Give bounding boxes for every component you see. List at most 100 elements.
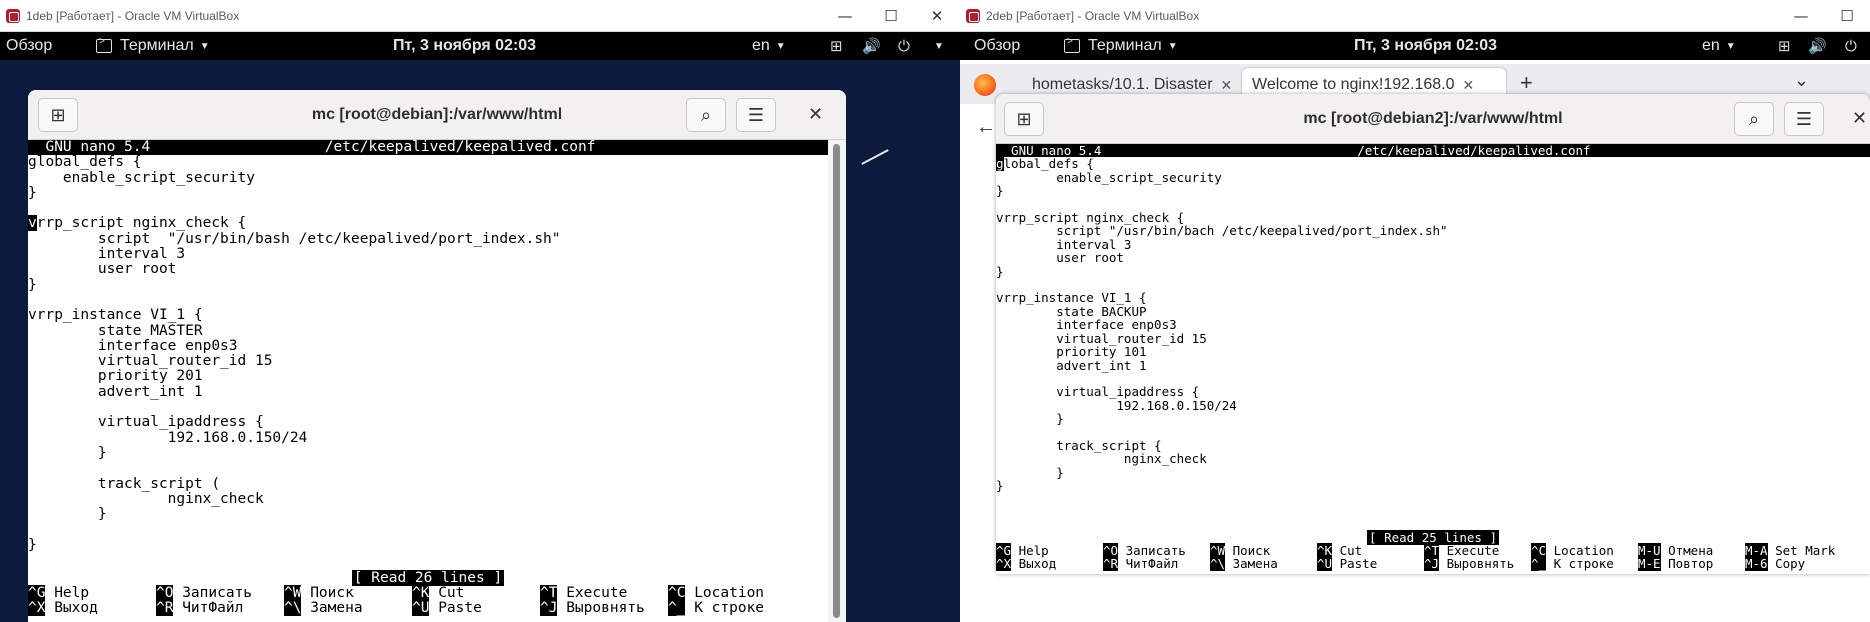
shortcut-item: ^J Выровнять <box>540 600 645 616</box>
vbox-titlebar: 1deb [Работает] - Oracle VM VirtualBox —… <box>0 0 960 32</box>
minimize-button[interactable]: — <box>1778 7 1824 25</box>
file-line: interface enp0s3 <box>28 337 238 354</box>
scrollbar[interactable] <box>828 140 846 622</box>
file-line <box>28 400 828 415</box>
power-icon[interactable]: ⏻ <box>898 38 910 55</box>
search-button[interactable]: ⌕ <box>686 98 726 132</box>
file-line: } <box>996 478 1004 494</box>
shortcut-label: Замена <box>1225 556 1278 571</box>
search-button[interactable]: ⌕ <box>1734 102 1774 136</box>
vbox-window-1deb: 1deb [Работает] - Oracle VM VirtualBox —… <box>0 0 960 622</box>
file-line: } <box>996 411 1064 427</box>
terminal-close-button[interactable]: ✕ <box>808 104 823 125</box>
shortcut-key: ^_ <box>668 600 686 616</box>
file-line: user root <box>28 261 177 278</box>
maximize-button[interactable]: ☐ <box>868 7 914 25</box>
network-icon[interactable]: ⊞ <box>1778 37 1791 55</box>
caret-down-icon: ▼ <box>1725 40 1736 52</box>
network-icon[interactable]: ⊞ <box>830 37 843 55</box>
app-menu[interactable]: Терминал ▼ <box>96 36 210 55</box>
volume-icon[interactable]: 🔊 <box>862 37 881 55</box>
caret-down-icon: ▼ <box>1167 40 1178 52</box>
vbox-window-2deb: 2deb [Работает] - Oracle VM VirtualBox —… <box>960 0 1870 622</box>
file-line <box>996 198 1870 211</box>
close-button[interactable]: ✕ <box>914 7 960 25</box>
shortcut-key: ^U <box>1317 556 1333 571</box>
vbox-window-title: 2deb [Работает] - Oracle VM VirtualBox <box>986 8 1200 23</box>
shortcut-key: ^J <box>1424 556 1440 571</box>
terminal-icon <box>96 36 112 53</box>
firefox-icon[interactable] <box>974 74 996 96</box>
file-line: interval 3 <box>28 246 186 263</box>
shortcut-key: M-6 <box>1745 556 1768 571</box>
shortcut-key: ^R <box>1103 556 1119 571</box>
file-line: virtual_ipaddress { <box>996 384 1200 400</box>
nano-editor[interactable]: GNU nano 5.4 /etc/keepalived/keepalived.… <box>28 140 828 622</box>
terminal-header: ⊞ mc [root@debian2]:/var/www/html ⌕ ☰ ✕ <box>996 94 1870 144</box>
shortcut-key: ^C <box>668 585 686 601</box>
shortcut-item: ^R ЧитФайл <box>1103 556 1178 571</box>
shortcut-item: M-E Повтор <box>1638 556 1713 571</box>
caret-down-icon: ▼ <box>775 40 786 52</box>
file-line: interface enp0s3 <box>996 317 1177 333</box>
file-content[interactable]: global_defs { enable_script_security} vr… <box>28 154 828 553</box>
file-line: priority 101 <box>996 344 1147 360</box>
clock[interactable]: Пт, 3 ноября 02:03 <box>1354 37 1497 55</box>
add-tab-icon[interactable]: + <box>1520 70 1533 96</box>
back-icon[interactable]: ← <box>976 116 996 139</box>
close-tab-icon[interactable]: ✕ <box>1463 77 1475 94</box>
maximize-button[interactable]: ☐ <box>1824 7 1870 25</box>
app-menu[interactable]: Терминал ▼ <box>1064 36 1178 55</box>
shortcut-key: ^X <box>28 600 46 616</box>
keyboard-layout[interactable]: en ▼ <box>1702 37 1736 55</box>
file-line <box>28 201 828 216</box>
shortcut-item: ^\ Замена <box>1210 556 1278 571</box>
file-line: vrrp_instance VI_1 { <box>28 307 203 324</box>
file-line: vrrp_instance VI_1 { <box>996 290 1147 306</box>
shortcut-item: ^X Выход <box>996 556 1056 571</box>
file-line: priority 201 <box>28 368 203 385</box>
shortcut-item: ^O Записать <box>156 585 252 601</box>
shortcut-item: ^K Cut <box>412 585 464 601</box>
terminal-close-button[interactable]: ✕ <box>1852 108 1867 129</box>
scrollbar-thumb[interactable] <box>833 144 840 618</box>
clock[interactable]: Пт, 3 ноября 02:03 <box>393 37 536 55</box>
volume-icon[interactable]: 🔊 <box>1808 37 1827 55</box>
file-line <box>996 278 1870 291</box>
shortcut-label: Поиск <box>301 585 354 601</box>
activities-button[interactable]: Обзор <box>6 37 52 55</box>
file-line: vrrp_script nginx_check { <box>28 215 247 232</box>
caret-down-icon: ▼ <box>199 40 210 52</box>
menu-button[interactable]: ☰ <box>1784 102 1824 136</box>
menu-button[interactable]: ☰ <box>736 98 776 132</box>
power-icon[interactable]: ⏻ <box>1845 38 1857 55</box>
file-line: global_defs { <box>996 156 1094 172</box>
tabs-list-icon[interactable]: ⌄ <box>1794 70 1809 91</box>
file-line: enable_script_security <box>28 169 255 186</box>
file-line: user root <box>996 250 1124 266</box>
browser-tab-label: hometasks/10.1. Disaster <box>1032 76 1213 93</box>
terminal-header: ⊞ mc [root@debian]:/var/www/html ⌕ ☰ ✕ <box>28 90 846 140</box>
close-tab-icon[interactable]: ✕ <box>1221 77 1233 94</box>
shortcut-key: ^\ <box>284 600 302 616</box>
activities-button[interactable]: Обзор <box>974 37 1020 55</box>
shortcut-item: ^R ЧитФайл <box>156 600 243 616</box>
app-menu-label: Терминал <box>120 37 194 54</box>
keyboard-layout[interactable]: en ▼ <box>752 37 786 55</box>
minimize-button[interactable]: — <box>822 7 868 25</box>
shortcut-key: ^J <box>540 600 558 616</box>
file-content[interactable]: global_defs { enable_script_security} vr… <box>996 156 1870 494</box>
shortcut-label: Замена <box>301 600 363 616</box>
nano-editor[interactable]: GNU nano 5.4 /etc/keepalived/keepalived.… <box>996 144 1870 574</box>
terminal-window: ⊞ mc [root@debian2]:/var/www/html ⌕ ☰ ✕ … <box>996 94 1870 574</box>
shortcut-key: ^G <box>28 585 46 601</box>
file-line: nginx_check <box>28 490 264 507</box>
virtualbox-icon <box>6 8 20 23</box>
terminal-icon <box>1064 36 1080 53</box>
shortcut-key: ^X <box>996 556 1012 571</box>
caret-down-icon[interactable]: ▼ <box>934 41 944 52</box>
status-text: [ Read 26 lines ] <box>351 570 505 586</box>
file-line: enable_script_security <box>996 169 1222 185</box>
file-line: advert_int 1 <box>28 383 203 400</box>
file-line: } <box>28 444 107 461</box>
